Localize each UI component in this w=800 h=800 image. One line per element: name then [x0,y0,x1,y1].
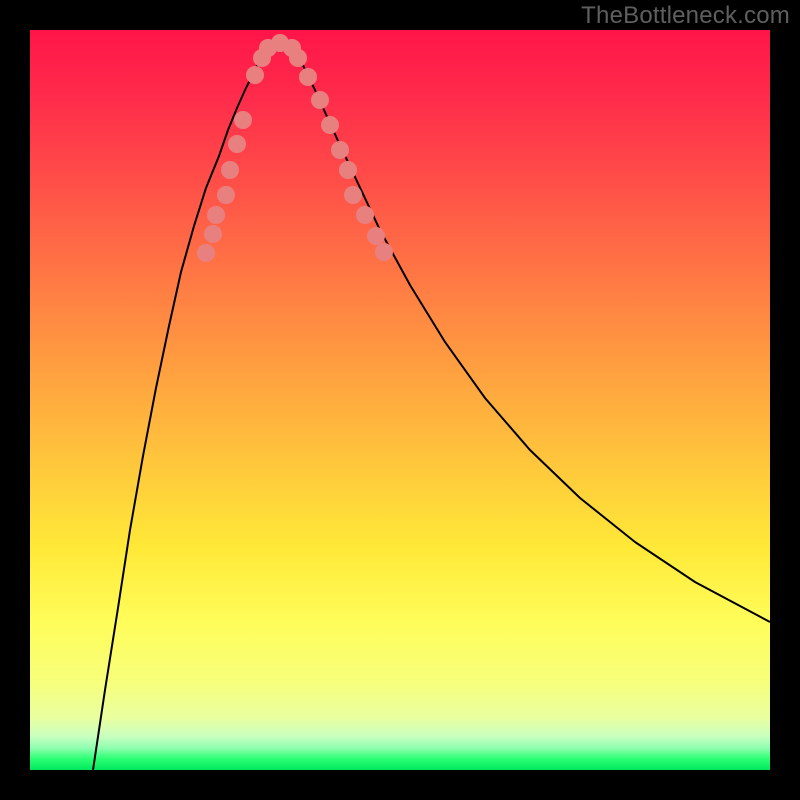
data-marker [331,141,349,159]
data-marker [204,225,222,243]
data-marker [246,66,264,84]
data-marker [344,186,362,204]
data-marker [375,243,393,261]
data-marker [197,244,215,262]
data-marker [339,161,357,179]
curve-svg [30,30,770,770]
data-marker [221,161,239,179]
data-marker [299,68,317,86]
data-marker [217,186,235,204]
data-marker [289,49,307,67]
data-marker [367,227,385,245]
chart-container: TheBottleneck.com [0,0,800,800]
watermark-text: TheBottleneck.com [581,2,790,30]
data-markers [197,34,393,262]
data-marker [356,206,374,224]
bottleneck-curve [93,36,770,770]
data-marker [311,91,329,109]
data-marker [207,206,225,224]
plot-area [30,30,770,770]
data-marker [228,135,246,153]
data-marker [234,111,252,129]
data-marker [321,116,339,134]
